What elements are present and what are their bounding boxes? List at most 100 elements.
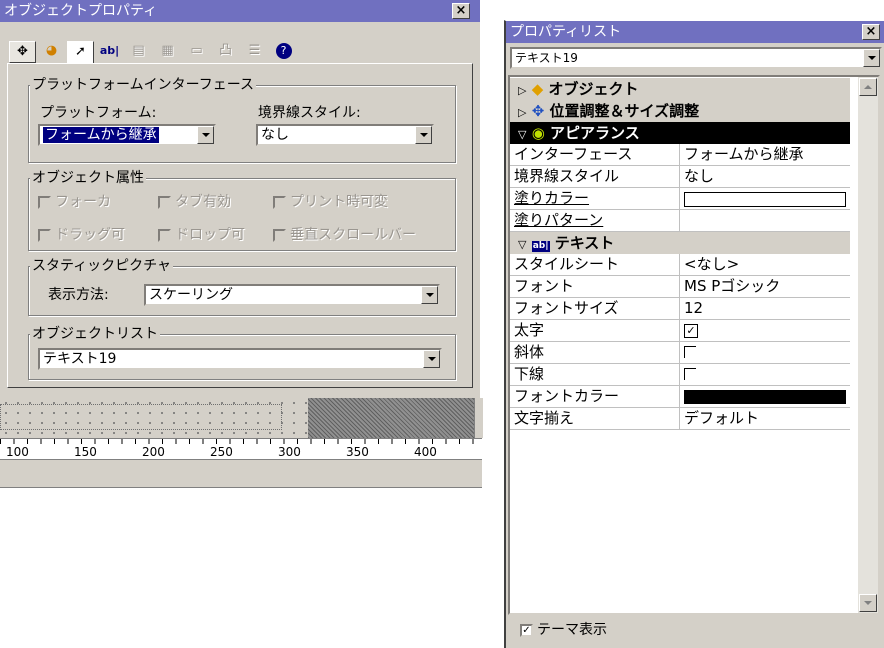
draggable-checkbox[interactable] [38, 229, 51, 242]
chevron-down-icon[interactable] [863, 49, 880, 67]
tab-enabled-checkbox[interactable] [158, 196, 171, 209]
property-row[interactable]: フォント MS Pゴシック [510, 276, 850, 298]
droppable-label: ドロップ可 [175, 227, 245, 243]
property-value[interactable] [680, 210, 850, 232]
object-selector-value: テキスト19 [515, 51, 578, 65]
expand-arrow-icon[interactable]: ▷ [518, 106, 526, 119]
property-row[interactable]: 文字揃え デフォルト [510, 408, 850, 430]
droppable-checkbox[interactable] [158, 229, 171, 242]
collapse-arrow-icon[interactable]: ▽ [518, 238, 526, 251]
vertical-scrollbar-checkbox[interactable] [273, 229, 286, 242]
focusable-checkbox[interactable] [38, 196, 51, 209]
property-value[interactable]: なし [680, 166, 850, 188]
category-appearance[interactable]: ▽ ◉ アピアランス [510, 122, 850, 144]
tab-text-icon[interactable]: ab| [96, 41, 123, 63]
property-row[interactable]: 境界線スタイル なし [510, 166, 850, 188]
ruler-label-200: 200 [142, 445, 165, 459]
bold-checkbox[interactable]: ✓ [684, 324, 698, 338]
tab-button-icon[interactable]: ▭ [183, 41, 210, 63]
property-row[interactable]: インターフェース フォームから継承 [510, 144, 850, 166]
fill-color-swatch[interactable] [684, 192, 846, 207]
object-selector[interactable]: テキスト19 [510, 47, 882, 69]
print-variable-checkbox[interactable] [273, 196, 286, 209]
draggable-label: ドラッグ可 [55, 227, 125, 243]
property-label: フォントカラー [510, 386, 680, 408]
italic-checkbox-cell[interactable] [680, 342, 850, 364]
property-list-titlebar[interactable]: プロパティリスト [506, 21, 884, 43]
tab-move-icon[interactable]: ✥ [9, 41, 36, 63]
property-label: 斜体 [510, 342, 680, 364]
ruler-label-150: 150 [74, 445, 97, 459]
property-row[interactable]: スタイルシート <なし> [510, 254, 850, 276]
chevron-down-icon[interactable] [421, 286, 438, 304]
property-row[interactable]: 太字 ✓ [510, 320, 850, 342]
tab-help-icon[interactable]: ? [270, 41, 297, 63]
font-color-swatch-cell[interactable] [680, 386, 850, 408]
platform-select[interactable]: フォームから継承 [38, 124, 216, 146]
eye-icon: ◉ [531, 124, 545, 142]
print-variable-label: プリント時可変 [290, 194, 388, 210]
property-row[interactable]: 下線 [510, 364, 850, 386]
property-row[interactable]: 塗りカラー [510, 188, 850, 210]
theme-display-checkbox[interactable]: ✓ [520, 624, 533, 637]
tab-list-icon[interactable]: ▦ [154, 41, 181, 63]
tab-enabled-label: タブ有効 [175, 194, 231, 210]
property-label: 太字 [510, 320, 680, 342]
category-object-label: オブジェクト [548, 80, 639, 98]
display-method-select[interactable]: スケーリング [144, 284, 440, 306]
property-value[interactable]: デフォルト [680, 408, 850, 430]
property-value[interactable]: 12 [680, 298, 850, 320]
collapse-arrow-icon[interactable]: ▽ [518, 128, 526, 141]
chevron-down-icon[interactable] [423, 350, 440, 368]
underline-checkbox-cell[interactable] [680, 364, 850, 386]
property-label: インターフェース [510, 144, 680, 166]
expand-arrow-icon[interactable]: ▷ [518, 84, 526, 97]
platform-interface-group-label: プラットフォームインターフェース [30, 77, 257, 93]
border-style-select[interactable]: なし [256, 124, 434, 146]
italic-checkbox[interactable] [684, 346, 696, 358]
category-position-size-label: 位置調整＆サイズ調整 [549, 102, 700, 120]
property-grid-scrollbar[interactable] [858, 77, 878, 613]
platform-select-value: フォームから継承 [43, 127, 159, 143]
property-row[interactable]: フォントカラー [510, 386, 850, 408]
tab-appearance-icon[interactable]: ➚ [67, 41, 94, 63]
object-properties-titlebar[interactable]: オブジェクトプロパティ [0, 0, 480, 22]
category-text[interactable]: ▽ ab| テキスト [510, 232, 850, 254]
category-position-size[interactable]: ▷ ✥ 位置調整＆サイズ調整 [510, 100, 850, 122]
tab-color-icon[interactable]: ◕ [38, 41, 65, 63]
tab-picture-icon[interactable]: ▤ [125, 41, 152, 63]
theme-display-label: テーマ表示 [537, 622, 607, 638]
tab-shape-icon[interactable]: 凸 [212, 41, 239, 63]
chevron-down-icon[interactable] [415, 126, 432, 144]
canvas-selected-area[interactable] [308, 398, 474, 438]
category-object[interactable]: ▷ ◆ オブジェクト [510, 78, 850, 100]
close-button[interactable]: × [452, 3, 470, 19]
border-style-label: 境界線スタイル: [258, 105, 361, 121]
bold-checkbox-cell[interactable]: ✓ [680, 320, 850, 342]
chevron-down-icon[interactable] [197, 126, 214, 144]
object-list-group-label: オブジェクトリスト [30, 326, 160, 342]
ruler: 100 150 200 250 300 350 400 [0, 438, 482, 460]
property-value[interactable]: MS Pゴシック [680, 276, 850, 298]
scroll-up-button[interactable] [859, 78, 877, 96]
category-text-label: テキスト [554, 234, 615, 252]
property-row[interactable]: 斜体 [510, 342, 850, 364]
close-button[interactable]: × [862, 24, 880, 40]
object-attributes-group-label: オブジェクト属性 [30, 170, 146, 186]
display-method-label: 表示方法: [48, 287, 109, 303]
display-method-value: スケーリング [149, 287, 233, 303]
property-value[interactable]: <なし> [680, 254, 850, 276]
property-label: 文字揃え [510, 408, 680, 430]
underline-checkbox[interactable] [684, 368, 696, 380]
font-color-swatch[interactable] [684, 390, 846, 404]
object-list-select[interactable]: テキスト19 [38, 348, 442, 370]
property-row[interactable]: フォントサイズ 12 [510, 298, 850, 320]
help-icon: ? [275, 43, 292, 59]
tab-menu-icon[interactable]: ☰ [241, 41, 268, 63]
property-row[interactable]: 塗りパターン [510, 210, 850, 232]
canvas-scrollbar-strip[interactable] [474, 398, 483, 438]
property-value[interactable]: フォームから継承 [680, 144, 850, 166]
scroll-down-button[interactable] [859, 594, 877, 612]
canvas-field-outline[interactable] [0, 404, 282, 430]
fill-color-swatch-cell[interactable] [680, 188, 850, 210]
